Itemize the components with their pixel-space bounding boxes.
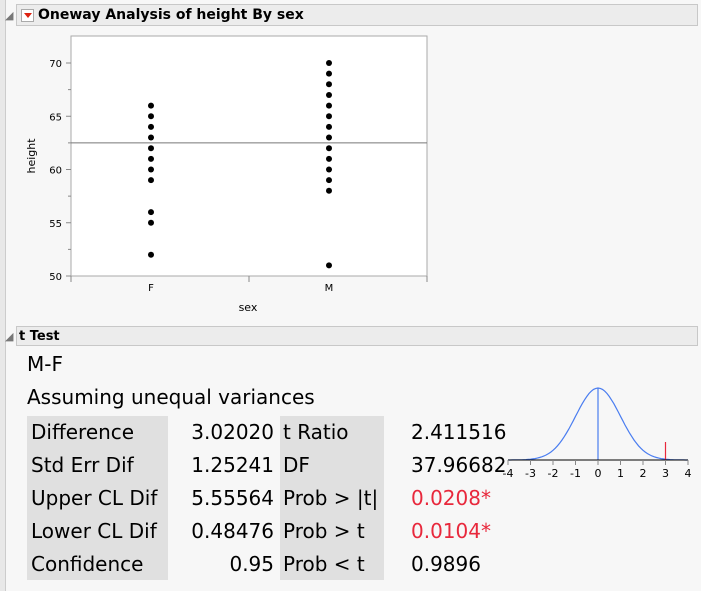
- stat-value: 0.48476: [191, 519, 274, 543]
- t-test-header[interactable]: ◢ t Test: [5, 326, 698, 346]
- stat-label: Prob > t: [283, 519, 365, 543]
- x-tick-label: 3: [662, 467, 669, 480]
- stat-label: Confidence: [31, 552, 144, 576]
- x-tick-label: -1: [570, 467, 581, 480]
- stat-value: 0.9896: [411, 552, 481, 576]
- data-point-F: [148, 251, 154, 258]
- stat-label: Prob < t: [283, 552, 365, 576]
- data-point-M: [326, 145, 332, 152]
- data-point-M: [326, 177, 332, 184]
- y-tick-label: 50: [49, 272, 62, 283]
- stat-value: 5.55564: [191, 486, 274, 510]
- data-point-F: [148, 177, 154, 184]
- y-tick-label: 60: [49, 166, 62, 177]
- stat-label: Prob > |t|: [283, 486, 379, 510]
- t-distribution-plot: -4 -3 -2 -1 0 1 2 3 4: [503, 387, 692, 480]
- comparison-label: M-F: [27, 352, 63, 376]
- data-point-F: [148, 102, 154, 109]
- x-tick-label: 0: [595, 467, 602, 480]
- data-point-F: [148, 113, 154, 120]
- data-point-F: [148, 134, 154, 141]
- x-tick-label: 2: [640, 467, 647, 480]
- stat-value: 0.0104*: [411, 519, 491, 543]
- data-point-M: [326, 262, 332, 269]
- stat-value: 0.95: [229, 552, 274, 576]
- x-tick-label: -3: [525, 467, 536, 480]
- data-point-F: [148, 123, 154, 130]
- y-tick-label: 70: [49, 59, 62, 70]
- stat-label: DF: [283, 453, 310, 477]
- assumption-label: Assuming unequal variances: [27, 385, 315, 409]
- data-point-M: [326, 91, 332, 98]
- x-tick-label: -4: [503, 467, 514, 480]
- x-tick-label: F: [148, 283, 154, 294]
- oneway-plot: 50 55 60 65 70 F M sex height: [25, 35, 428, 314]
- data-point-M: [326, 60, 332, 66]
- disclosure-icon[interactable]: ◢: [5, 330, 13, 343]
- x-tick-label: -2: [548, 467, 559, 480]
- data-point-M: [326, 155, 332, 162]
- stat-value: 3.02020: [191, 420, 274, 444]
- y-axis-label: height: [25, 138, 38, 174]
- data-point-F: [148, 166, 154, 173]
- data-point-M: [326, 81, 332, 88]
- stat-label: Difference: [31, 420, 135, 444]
- stat-label: t Ratio: [283, 420, 349, 444]
- data-point-M: [326, 70, 332, 77]
- stat-label: Lower CL Dif: [31, 519, 157, 543]
- x-axis-label: sex: [239, 301, 258, 314]
- data-point-M: [326, 134, 332, 141]
- stat-label: Std Err Dif: [31, 453, 134, 477]
- y-tick-label: 65: [49, 112, 62, 123]
- data-point-F: [148, 155, 154, 162]
- x-tick-label: 1: [617, 467, 624, 480]
- x-tick-label: 4: [685, 467, 692, 480]
- data-point-M: [326, 113, 332, 120]
- plot-frame: [70, 35, 428, 277]
- data-point-F: [148, 209, 154, 216]
- data-point-M: [326, 187, 332, 194]
- stat-value: 0.0208*: [411, 486, 491, 510]
- t-test-title: t Test: [19, 328, 60, 344]
- x-tick-label: M: [325, 283, 334, 294]
- data-point-M: [326, 123, 332, 130]
- stat-label: Upper CL Dif: [31, 486, 158, 510]
- data-point-M: [326, 166, 332, 173]
- data-point-F: [148, 219, 154, 226]
- stat-value: 1.25241: [191, 453, 274, 477]
- y-tick-label: 55: [49, 219, 62, 230]
- data-point-F: [148, 145, 154, 152]
- data-point-M: [326, 102, 332, 109]
